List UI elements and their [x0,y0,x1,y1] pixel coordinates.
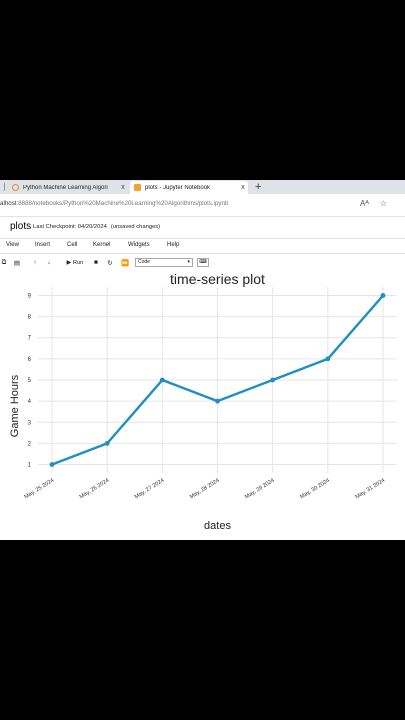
cell-type-value: Code [138,259,150,265]
menu-kernel[interactable]: Kernel [93,242,110,248]
grid [38,287,397,473]
address-bar[interactable]: alhost:8888/notebooks/Python%20Machine%2… [0,194,405,217]
tab-python-ml[interactable]: Python Machine Learning Algori x [8,181,128,194]
paste-icon[interactable]: ▤ [12,257,22,268]
chart-svg: 123456789 May, 25 2024 May, 26 2024 May, 2… [23,287,397,501]
restart-run-all-icon[interactable]: ⏩ [119,257,131,268]
tab-close-icon[interactable]: x [238,184,248,191]
browser-tab-bar: Python Machine Learning Algori x plots -… [0,180,405,194]
chart-output: 123456789 May, 25 2024 May, 26 2024 May, 2… [0,270,405,540]
y-tick-label: 5 [28,378,32,384]
copy-icon[interactable]: ⧉ [0,257,8,268]
stop-icon[interactable]: ■ [91,257,101,268]
checkpoint-text: Last Checkpoint: 04/20/2024 [33,224,107,230]
data-point [49,462,55,467]
data-point [104,441,110,446]
tab-favicon-icon [12,184,19,191]
chart-title: time-series plot [170,271,265,287]
tab-label: Python Machine Learning Algori [23,184,108,191]
chevron-down-icon: ▾ [187,259,190,265]
move-up-icon[interactable]: ↑ [30,257,40,268]
x-tick-label: May, 26 2024 [79,478,111,501]
url-host: alhost [0,200,17,207]
cell-type-select[interactable]: Code ▾ [135,258,193,267]
x-tick-label: May, 29 2024 [244,478,276,501]
data-point [325,356,331,362]
menu-bar: View Insert Cell Kernel Widgets Help [0,238,405,254]
notebook-favicon-icon [134,184,141,191]
screen: Python Machine Learning Algori x plots -… [0,180,405,540]
y-tick-label: 6 [28,357,32,363]
y-tick-label: 4 [28,399,32,405]
url-path: :8888/notebooks/Python%20Machine%20Learn… [16,200,229,207]
read-aloud-icon[interactable]: Aᴬ [360,199,369,208]
menu-insert[interactable]: Insert [35,242,50,248]
notebook-header: plots Last Checkpoint: 04/20/2024 (unsave… [0,216,405,240]
run-button[interactable]: ▶ Run [62,257,88,268]
x-tick-label: May, 25 2024 [23,478,55,501]
menu-view[interactable]: View [6,242,19,248]
notebook-name[interactable]: plots [10,221,31,232]
keyboard-icon[interactable]: ⌨ [197,258,209,267]
menu-help[interactable]: Help [167,242,179,248]
menu-cell[interactable]: Cell [67,242,77,248]
y-tick-label: 8 [28,315,32,321]
new-tab-button[interactable]: + [255,180,261,194]
y-tick-label: 9 [28,293,32,299]
x-axis-label: dates [204,520,231,532]
tab-label: plots - Jupyter Notebook [145,184,211,191]
x-ticks: May, 25 2024 May, 26 2024 May, 27 2024 May,… [23,478,386,501]
y-ticks: 1 2 3 4 5 6 7 8 9 [28,293,32,468]
menu-widgets[interactable]: Widgets [128,242,150,248]
checkpoint-info: Last Checkpoint: 04/20/2024 (unsaved chan… [33,224,160,230]
y-tick-label: 7 [28,336,32,342]
x-tick-label: May, 28 2024 [189,478,221,501]
data-point [159,377,165,383]
data-point [215,398,220,404]
unsaved-status: (unsaved changes) [110,224,161,230]
tab-separator [4,183,5,191]
x-tick-label: May, 27 2024 [134,478,166,501]
url-text[interactable]: alhost:8888/notebooks/Python%20Machine%2… [0,200,228,207]
y-axis-label: Game Hours [9,374,21,438]
favorite-star-icon[interactable]: ☆ [380,199,387,208]
run-label: Run [72,259,84,266]
restart-icon[interactable]: ↻ [105,257,115,268]
notebook-toolbar: ⧉ ▤ ↑ ↓ ▶ Run ■ ↻ ⏩ Code ▾ ⌨ [0,256,405,270]
tab-plots[interactable]: plots - Jupyter Notebook x [130,181,248,194]
x-tick-label: May, 30 2024 [299,478,331,501]
y-tick-label: 2 [28,441,32,447]
play-icon: ▶ [66,259,72,266]
data-point [270,377,276,383]
x-tick-label: May, 31 2024 [354,478,386,501]
y-tick-label: 1 [28,463,32,469]
data-point [380,293,386,298]
tab-close-icon[interactable]: x [118,184,128,191]
move-down-icon[interactable]: ↓ [44,257,54,268]
y-tick-label: 3 [28,420,32,426]
